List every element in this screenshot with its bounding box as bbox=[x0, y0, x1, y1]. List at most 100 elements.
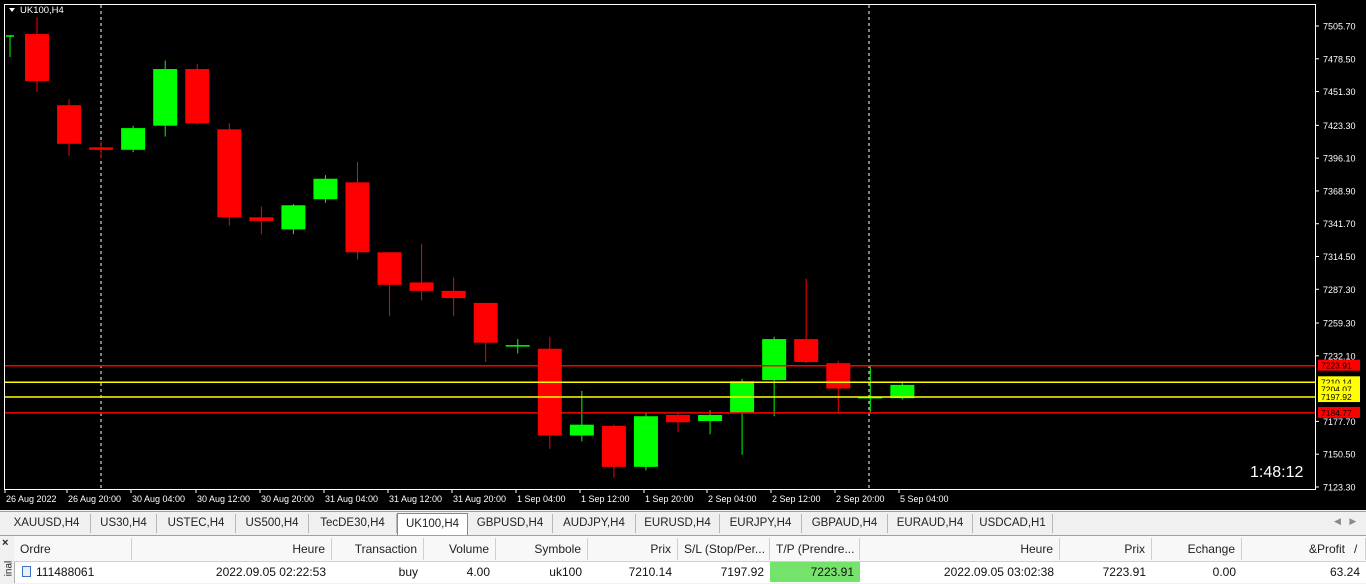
tab-usdcad-h1[interactable]: USDCAD,H1 bbox=[973, 514, 1053, 533]
col-prix-header[interactable]: Prix bbox=[588, 538, 678, 560]
terminal-title: inal bbox=[3, 560, 15, 577]
price-axis-label: 7177.70 bbox=[1323, 417, 1356, 427]
tab-eurjpy-h4[interactable]: EURJPY,H4 bbox=[720, 514, 802, 533]
time-axis-label: 1 Sep 20:00 bbox=[645, 494, 694, 504]
candle-body bbox=[537, 348, 562, 436]
low-price-tag: 7184.77 bbox=[1321, 408, 1352, 418]
close-icon[interactable]: × bbox=[2, 537, 8, 549]
candle-body bbox=[473, 302, 498, 343]
time-axis-label: 2 Sep 12:00 bbox=[772, 494, 821, 504]
tab-eurusd-h4[interactable]: EURUSD,H4 bbox=[636, 514, 720, 533]
col-ordre-header[interactable]: Ordre bbox=[14, 538, 132, 560]
price-axis-label: 7259.30 bbox=[1323, 319, 1356, 329]
tab-gbpusd-h4[interactable]: GBPUSD,H4 bbox=[468, 514, 553, 533]
col-transaction-value: buy bbox=[398, 565, 418, 579]
col-ordre-value: 111488061 bbox=[36, 565, 95, 579]
time-axis-label: 31 Aug 04:00 bbox=[325, 494, 378, 504]
candle-body bbox=[249, 217, 274, 221]
candle-body bbox=[441, 290, 466, 299]
price-axis-label: 7314.50 bbox=[1323, 252, 1356, 262]
col-sl-header[interactable]: S/L (Stop/Per... bbox=[678, 538, 770, 560]
time-axis-label: 31 Aug 20:00 bbox=[453, 494, 506, 504]
time-axis-label: 1 Sep 04:00 bbox=[517, 494, 566, 504]
price-axis-label: 7396.10 bbox=[1323, 154, 1356, 164]
candle-body bbox=[826, 363, 851, 389]
time-axis-label: 30 Aug 12:00 bbox=[197, 494, 250, 504]
col-echange-header[interactable]: Echange bbox=[1152, 538, 1242, 560]
price-axis-label: 7123.30 bbox=[1323, 483, 1356, 493]
candle-body bbox=[890, 384, 915, 399]
time-axis-label: 30 Aug 04:00 bbox=[132, 494, 185, 504]
price-axis-label: 7368.90 bbox=[1323, 186, 1356, 196]
col-heure-value: 2022.09.05 02:22:53 bbox=[215, 565, 326, 579]
terminal-sidebar: × inal bbox=[0, 536, 15, 583]
price-axis-label: 7505.70 bbox=[1323, 22, 1356, 32]
time-axis-label: 2 Sep 20:00 bbox=[836, 494, 885, 504]
time-axis-label: 5 Sep 04:00 bbox=[900, 494, 949, 504]
col-prix-close-header[interactable]: Prix bbox=[1060, 538, 1152, 560]
col-tp-header[interactable]: T/P (Prendre... bbox=[770, 538, 860, 560]
order-icon bbox=[22, 566, 31, 577]
tab-us30-h4[interactable]: US30,H4 bbox=[91, 514, 157, 533]
chevron-down-icon[interactable] bbox=[9, 8, 15, 12]
candle-body bbox=[281, 205, 306, 230]
col-tp-value: 7223.91 bbox=[770, 562, 860, 582]
col-prix-value: 7210.14 bbox=[628, 565, 672, 579]
candle-body bbox=[121, 128, 146, 150]
candle-body bbox=[185, 69, 210, 124]
tab-scroll-arrows-icon[interactable]: ◀ ▶ bbox=[1334, 516, 1360, 532]
col-volume-value: 4.00 bbox=[466, 565, 490, 579]
col-prix-close-value: 7223.91 bbox=[1102, 565, 1146, 579]
candle-countdown: 1:48:12 bbox=[1250, 464, 1303, 481]
chart-canvas[interactable]: UK100,H4 7505.70 7478.50 7451.30 7423.30 7396… bbox=[0, 0, 1366, 510]
table-row[interactable]: 111488061 2022.09.05 02:22:53 buy 4.00 uk100… bbox=[14, 561, 1366, 583]
tp-price-tag: 7223.91 bbox=[1321, 361, 1352, 371]
col-echange-value: 0.00 bbox=[1212, 565, 1236, 579]
tab-ustec-h4[interactable]: USTEC,H4 bbox=[157, 514, 236, 533]
time-axis-label: 26 Aug 2022 bbox=[6, 494, 57, 504]
candle-body bbox=[25, 34, 49, 82]
price-axis-label: 7341.70 bbox=[1323, 219, 1356, 229]
time-axis-label: 31 Aug 12:00 bbox=[389, 494, 442, 504]
chart-area[interactable]: UK100,H4 7505.70 7478.50 7451.30 7423.30 7396… bbox=[0, 0, 1366, 510]
price-axis-label: 7150.50 bbox=[1323, 450, 1356, 460]
candle-body bbox=[505, 345, 530, 347]
candle-body bbox=[89, 147, 114, 150]
candle-body bbox=[762, 339, 787, 381]
time-axis-label: 26 Aug 20:00 bbox=[68, 494, 121, 504]
tab-us500-h4[interactable]: US500,H4 bbox=[236, 514, 309, 533]
tab-euraud-h4[interactable]: EURAUD,H4 bbox=[888, 514, 973, 533]
tab-tecde30-h4[interactable]: TecDE30,H4 bbox=[309, 514, 397, 533]
candle-body bbox=[377, 252, 402, 285]
price-axis-label: 7287.30 bbox=[1323, 285, 1356, 295]
candle-body bbox=[57, 105, 82, 144]
price-axis-label: 7423.30 bbox=[1323, 121, 1356, 131]
chart-tabs-bar: ◀ ▶ XAUUSD,H4 US30,H4 USTEC,H4 US500,H4 TecD… bbox=[0, 511, 1366, 536]
col-profit-value: 63.24 bbox=[1329, 565, 1360, 579]
terminal-panel: × inal Ordre Heure Transaction Volume Symbol… bbox=[0, 535, 1366, 583]
tab-gbpaud-h4[interactable]: GBPAUD,H4 bbox=[802, 514, 888, 533]
sl-price-tag: 7197.92 bbox=[1321, 392, 1352, 402]
col-transaction-header[interactable]: Transaction bbox=[332, 538, 424, 560]
candle-body bbox=[633, 416, 658, 467]
tab-xauusd-h4[interactable]: XAUUSD,H4 bbox=[3, 514, 91, 533]
sort-indicator-icon: / bbox=[1354, 542, 1358, 556]
tab-uk100-h4[interactable]: UK100,H4 bbox=[397, 513, 468, 535]
col-volume-header[interactable]: Volume bbox=[424, 538, 496, 560]
tab-audjpy-h4[interactable]: AUDJPY,H4 bbox=[553, 514, 636, 533]
col-symbole-header[interactable]: Symbole bbox=[496, 538, 588, 560]
trade-table-header: Ordre Heure Transaction Volume Symbole Prix S/… bbox=[14, 536, 1366, 562]
chart-symbol-label: UK100,H4 bbox=[20, 5, 64, 16]
col-heure-header[interactable]: Heure bbox=[132, 538, 332, 560]
candle-body bbox=[345, 182, 370, 253]
candle-body bbox=[409, 282, 434, 291]
candle-body bbox=[6, 35, 14, 37]
col-heure-close-value: 2022.09.05 03:02:38 bbox=[943, 565, 1054, 579]
price-axis-label: 7478.50 bbox=[1323, 54, 1356, 64]
candle-body bbox=[313, 178, 338, 200]
price-axis-label: 7451.30 bbox=[1323, 87, 1356, 97]
candle-body bbox=[153, 69, 178, 126]
time-axis-label: 30 Aug 20:00 bbox=[261, 494, 314, 504]
col-heure-close-header[interactable]: Heure bbox=[860, 538, 1060, 560]
candle-body bbox=[601, 425, 626, 467]
